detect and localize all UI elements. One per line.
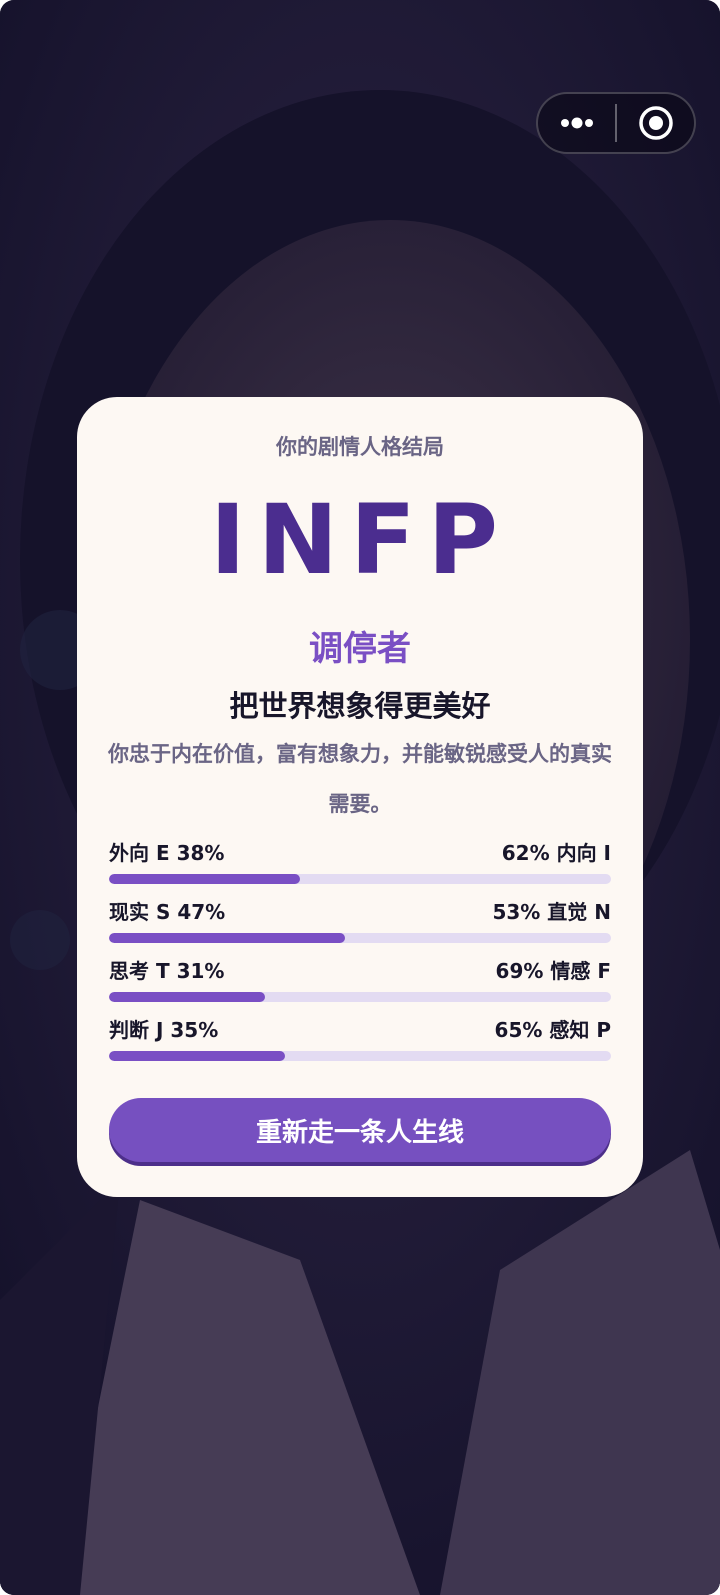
target-close-icon bbox=[638, 106, 673, 140]
dimension-left-label: 现实 S 47% bbox=[109, 900, 226, 924]
dimension-track bbox=[109, 874, 611, 884]
miniprogram-capsule bbox=[536, 92, 696, 154]
dimension-fill bbox=[109, 992, 265, 1002]
dimension-row-tf: 思考 T 31% 69% 情感 F bbox=[109, 958, 611, 1017]
dimension-right-label: 62% 内向 I bbox=[501, 841, 611, 865]
restart-button[interactable]: 重新走一条人生线 bbox=[109, 1098, 611, 1162]
result-card: 你的剧情人格结局 INFP 调停者 把世界想象得更美好 你忠于内在价值，富有想象… bbox=[77, 397, 643, 1197]
dimension-row-jp: 判断 J 35% 65% 感知 P bbox=[109, 1017, 611, 1076]
more-dots-icon bbox=[560, 117, 593, 129]
dimension-row-ei: 外向 E 38% 62% 内向 I bbox=[109, 840, 611, 899]
dimension-fill bbox=[109, 874, 300, 884]
dimension-list: 外向 E 38% 62% 内向 I 现实 S 47% 53% 直觉 N 思考 T… bbox=[109, 840, 611, 1076]
dimension-fill bbox=[109, 933, 345, 943]
personality-description: 你忠于内在价值，富有想象力，并能敏锐感受人的真实需要。 bbox=[108, 742, 612, 816]
dimension-row-sn: 现实 S 47% 53% 直觉 N bbox=[109, 899, 611, 958]
personality-tagline: 把世界想象得更美好 bbox=[229, 689, 491, 723]
dimension-left-label: 外向 E 38% bbox=[109, 841, 225, 865]
dimension-track bbox=[109, 992, 611, 1002]
dimension-left-label: 判断 J 35% bbox=[109, 1018, 219, 1042]
dimension-left-label: 思考 T 31% bbox=[109, 959, 225, 983]
personality-type-code: INFP bbox=[210, 484, 510, 596]
dimension-fill bbox=[109, 1051, 285, 1061]
close-button[interactable] bbox=[617, 94, 694, 152]
dimension-right-label: 53% 直觉 N bbox=[492, 900, 611, 924]
personality-type-name: 调停者 bbox=[309, 629, 411, 669]
dimension-track bbox=[109, 933, 611, 943]
app-screen: 你的剧情人格结局 INFP 调停者 把世界想象得更美好 你忠于内在价值，富有想象… bbox=[0, 0, 720, 1595]
dimension-right-label: 69% 情感 F bbox=[495, 959, 611, 983]
more-button[interactable] bbox=[538, 94, 615, 152]
dimension-right-label: 65% 感知 P bbox=[494, 1018, 611, 1042]
dimension-track bbox=[109, 1051, 611, 1061]
result-subtitle: 你的剧情人格结局 bbox=[276, 435, 444, 459]
